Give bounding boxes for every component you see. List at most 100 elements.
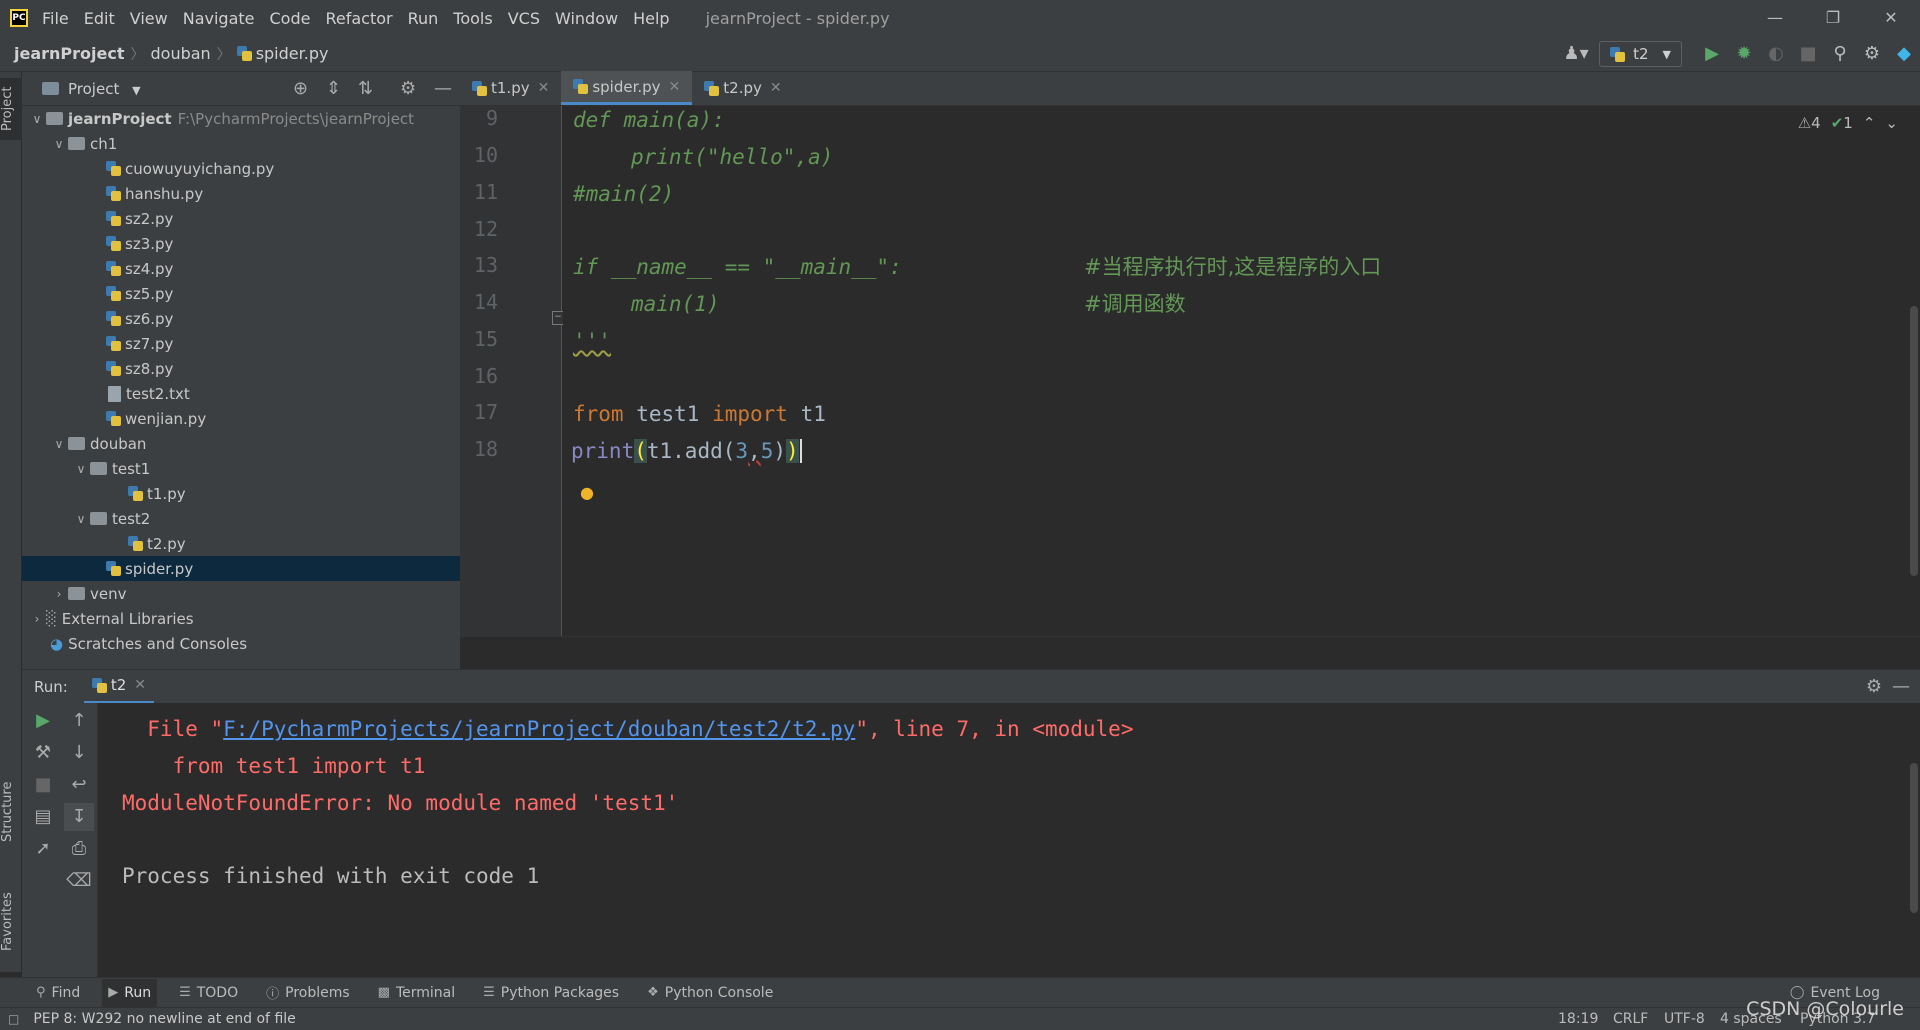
hide-panel-icon[interactable]: — [1892, 676, 1910, 697]
coverage-icon[interactable]: ◐ [1760, 36, 1792, 72]
layout-icon[interactable]: ▤ [28, 803, 58, 831]
breadcrumb-folder[interactable]: douban [151, 44, 211, 63]
stop-icon[interactable]: ■ [1792, 36, 1824, 72]
menu-tools[interactable]: Tools [453, 9, 492, 28]
restore-icon[interactable]: ❐ [1808, 0, 1858, 36]
tree-file[interactable]: t2.py [22, 531, 460, 556]
run-tab-t2[interactable]: t2 ✕ [83, 670, 154, 704]
menu-navigate[interactable]: Navigate [183, 9, 255, 28]
scroll-to-end-icon[interactable]: ↧ [64, 803, 94, 831]
editor-scrollbar[interactable] [1910, 306, 1918, 576]
side-tab-favorites[interactable]: Favorites [0, 882, 22, 962]
print-icon[interactable]: ⎙ [64, 835, 94, 863]
soft-wrap-icon[interactable]: ↩ [64, 771, 94, 799]
breadcrumb-project[interactable]: jearnProject [14, 44, 125, 63]
settings-icon[interactable]: ⚙ [1856, 36, 1888, 72]
toggle-panels-icon[interactable]: □ [8, 1012, 19, 1026]
tree-scratches[interactable]: ◕ Scratches and Consoles [22, 631, 460, 656]
close-icon[interactable]: ✕ [538, 80, 550, 96]
close-window-icon[interactable]: ✕ [1866, 0, 1916, 36]
tree-file-selected[interactable]: spider.py [22, 556, 460, 581]
line-separator[interactable]: CRLF [1613, 1008, 1648, 1030]
minimize-icon[interactable]: — [1750, 0, 1800, 36]
project-view-select[interactable]: Project ▼ [68, 80, 141, 98]
tree-file[interactable]: sz6.py [22, 306, 460, 331]
chevron-up-icon[interactable]: ⌃ [1863, 114, 1876, 132]
toolbox-icon[interactable]: ◆ [1888, 36, 1920, 72]
lightbulb-icon[interactable]: ● [580, 483, 594, 502]
console-output[interactable]: File "F:/PycharmProjects/jearnProject/do… [98, 703, 1920, 977]
tree-file[interactable]: sz3.py [22, 231, 460, 256]
tool-terminal[interactable]: ▩ Terminal [372, 979, 461, 1007]
locate-icon[interactable]: ⊕ [293, 78, 308, 99]
tree-folder-ch1[interactable]: ∨ ch1 [22, 131, 460, 156]
tree-file[interactable]: test2.txt [22, 381, 460, 406]
menu-help[interactable]: Help [633, 9, 669, 28]
user-icon[interactable]: ♟▾ [1553, 36, 1599, 72]
side-tab-structure[interactable]: Structure [0, 772, 22, 852]
chevron-down-icon[interactable]: ⌄ [1885, 114, 1898, 132]
tab-t2[interactable]: t2.py ✕ [692, 71, 793, 105]
close-icon[interactable]: ✕ [669, 79, 681, 95]
tree-file[interactable]: sz2.py [22, 206, 460, 231]
menu-edit[interactable]: Edit [84, 9, 115, 28]
gear-icon[interactable]: ⚙ [1866, 676, 1882, 697]
arrow-up-icon[interactable]: ↑ [64, 707, 94, 735]
tree-folder-venv[interactable]: › venv [22, 581, 460, 606]
tree-file[interactable]: sz5.py [22, 281, 460, 306]
gear-icon[interactable]: ⚙ [400, 78, 416, 99]
file-link[interactable]: F:/PycharmProjects/jearnProject/douban/t… [223, 717, 855, 741]
trash-icon[interactable]: ⌫ [64, 867, 94, 895]
collapse-all-icon[interactable]: ⇅ [358, 78, 373, 99]
tool-python-console[interactable]: ❖ Python Console [641, 979, 779, 1007]
menu-window[interactable]: Window [555, 9, 618, 28]
rerun-icon[interactable]: ▶ [28, 707, 58, 735]
stop-icon[interactable]: ■ [28, 771, 58, 799]
arrow-down-icon[interactable]: ↓ [64, 739, 94, 767]
tree-file[interactable]: wenjian.py [22, 406, 460, 431]
side-tab-project[interactable]: Project [0, 78, 22, 140]
tree-external-libraries[interactable]: › ░ External Libraries [22, 606, 460, 631]
close-icon[interactable]: ✕ [134, 677, 146, 693]
run-icon[interactable]: ▶ [1696, 36, 1728, 72]
file-encoding[interactable]: UTF-8 [1664, 1008, 1705, 1030]
tree-root[interactable]: ∨ jearnProject F:\PycharmProjects\jearnP… [22, 106, 460, 131]
editor-footer [460, 636, 1920, 669]
run-config-select[interactable]: t2 ▼ [1599, 41, 1682, 67]
tree-file[interactable]: hanshu.py [22, 181, 460, 206]
tool-todo[interactable]: ☰ TODO [173, 979, 244, 1007]
code-editor[interactable]: def main(a): print("hello",a) #main(2) i… [563, 106, 1920, 636]
debug-icon[interactable]: ✹ [1728, 36, 1760, 72]
menu-view[interactable]: View [130, 9, 168, 28]
console-scrollbar[interactable] [1910, 763, 1918, 913]
menu-vcs[interactable]: VCS [508, 9, 540, 28]
menu-code[interactable]: Code [270, 9, 311, 28]
expand-all-icon[interactable]: ⇕ [326, 78, 341, 99]
wrench-icon[interactable]: ⚒ [28, 739, 58, 767]
tree-file[interactable]: sz4.py [22, 256, 460, 281]
tab-spider[interactable]: spider.py ✕ [561, 71, 693, 105]
hide-panel-icon[interactable]: — [434, 78, 452, 99]
menu-file[interactable]: File [42, 9, 69, 28]
tree-file[interactable]: t1.py [22, 481, 460, 506]
tree-folder-test1[interactable]: ∨ test1 [22, 456, 460, 481]
search-icon[interactable]: ⚲ [1824, 36, 1856, 72]
tool-find[interactable]: ⚲ Find [30, 979, 86, 1007]
menu-run[interactable]: Run [408, 9, 439, 28]
tool-run[interactable]: ▶ Run [102, 978, 158, 1007]
menu-refactor[interactable]: Refactor [325, 9, 392, 28]
close-icon[interactable]: ✕ [770, 80, 782, 96]
inspection-widget[interactable]: ⚠4 ✔1 ⌃ ⌄ [1798, 114, 1898, 132]
tree-folder-douban[interactable]: ∨ douban [22, 431, 460, 456]
tree-file[interactable]: sz8.py [22, 356, 460, 381]
tool-python-packages[interactable]: ☰ Python Packages [477, 979, 625, 1007]
breadcrumb-file[interactable]: spider.py [236, 44, 328, 63]
pin-icon[interactable]: ➚ [28, 835, 58, 863]
tree-folder-test2[interactable]: ∨ test2 [22, 506, 460, 531]
tool-problems[interactable]: ⓘ Problems [260, 979, 356, 1007]
tree-file[interactable]: cuowuyuyichang.py [22, 156, 460, 181]
status-message[interactable]: PEP 8: W292 no newline at end of file [33, 1011, 295, 1027]
tree-file[interactable]: sz7.py [22, 331, 460, 356]
tab-t1[interactable]: t1.py ✕ [460, 71, 561, 105]
caret-position[interactable]: 18:19 [1558, 1008, 1598, 1030]
